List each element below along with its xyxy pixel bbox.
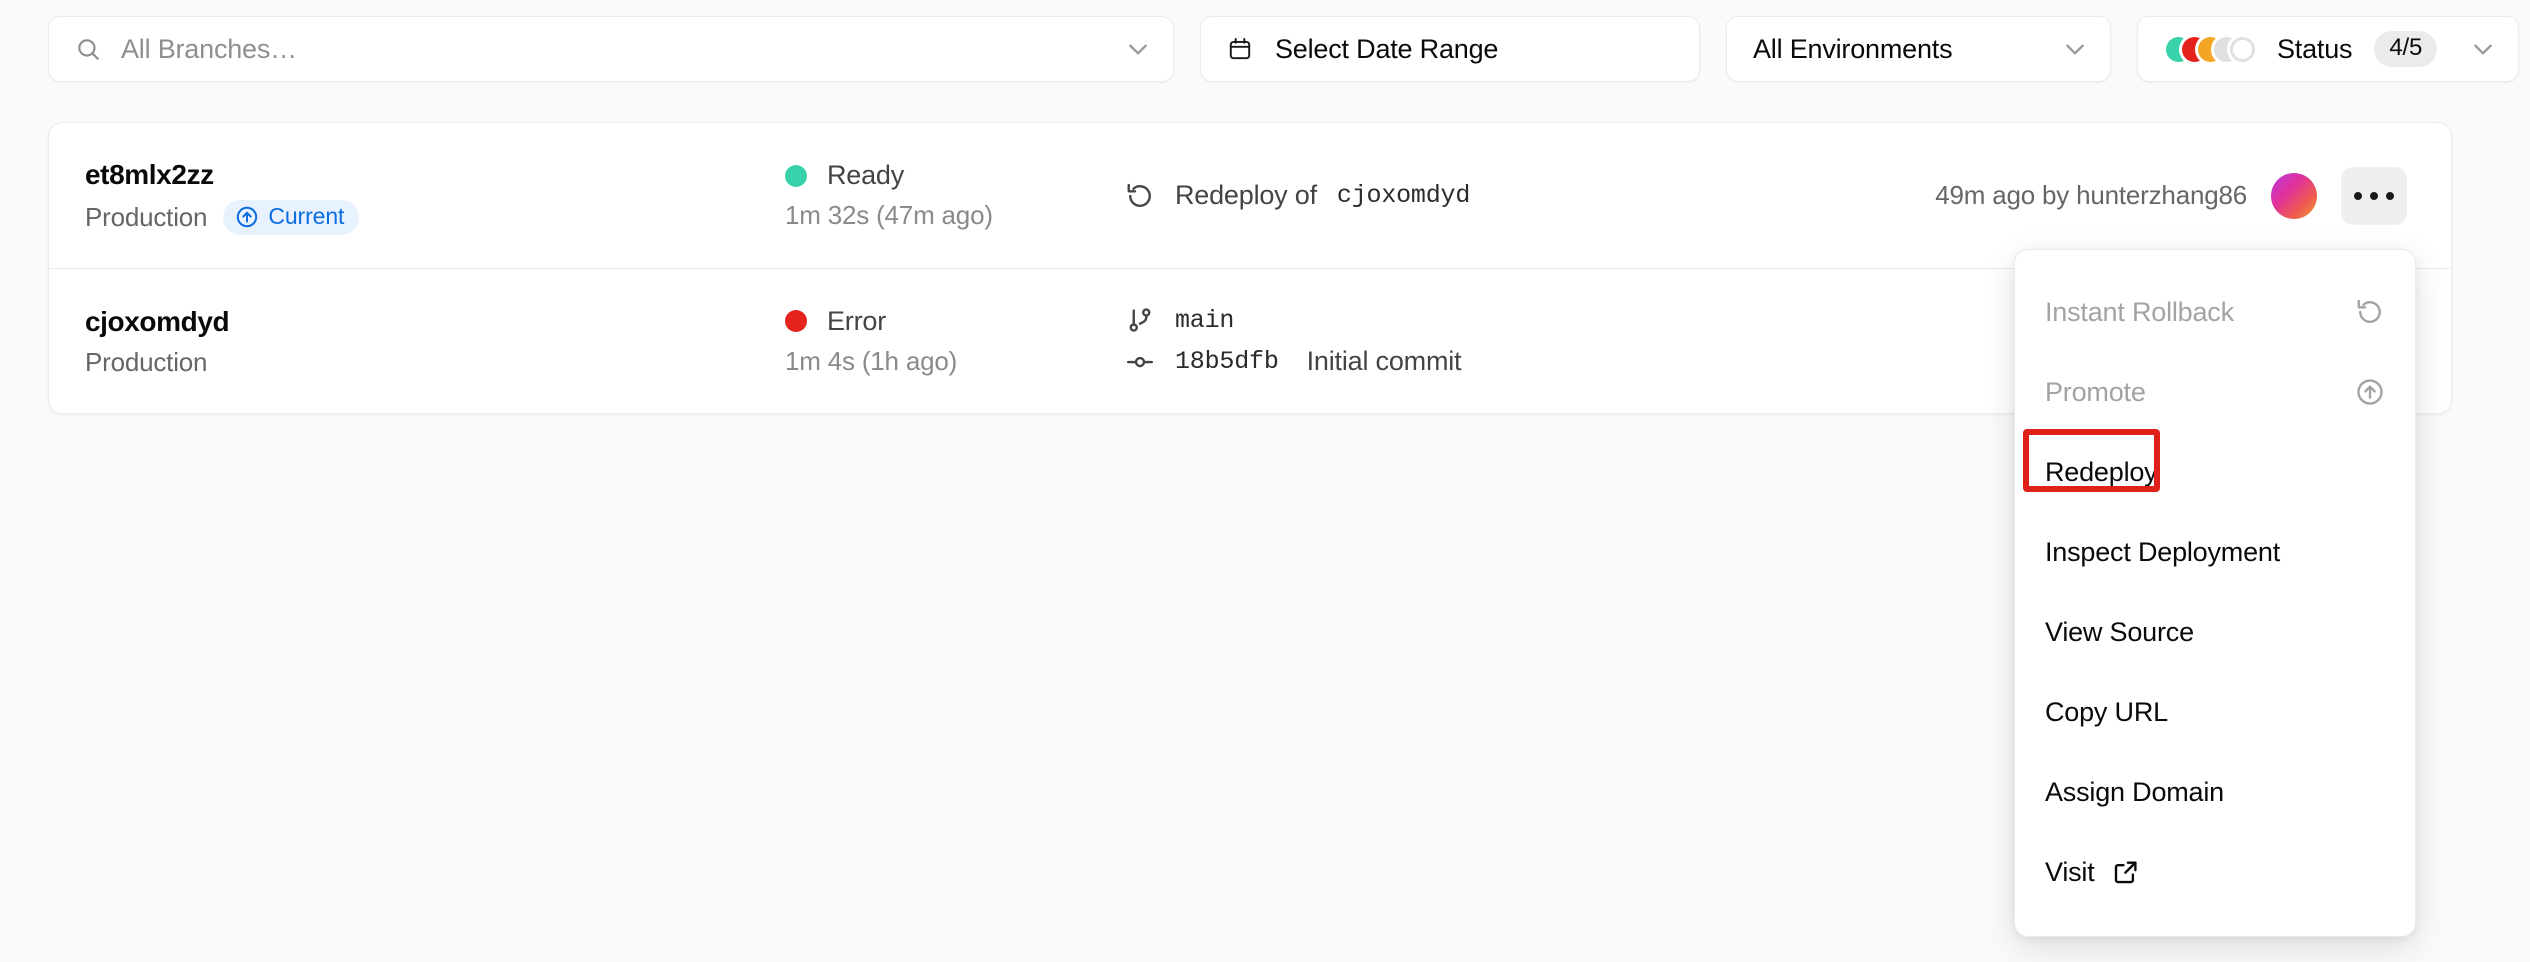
environment-filter[interactable]: All Environments	[1726, 16, 2111, 82]
menu-item-label: Assign Domain	[2045, 777, 2224, 808]
deployment-duration: 1m 4s (1h ago)	[785, 346, 1125, 377]
menu-item-label: Copy URL	[2045, 697, 2168, 728]
commit-message: Initial commit	[1307, 346, 1462, 377]
menu-item-label: Instant Rollback	[2045, 297, 2234, 328]
deployment-id[interactable]: et8mlx2zz	[85, 157, 785, 192]
deployment-environment: Production	[85, 347, 207, 378]
branch-name: main	[1175, 306, 1234, 335]
chevron-down-icon	[2470, 36, 2496, 62]
menu-item-label: Inspect Deployment	[2045, 537, 2280, 568]
menu-item-redeploy[interactable]: Redeploy	[2015, 432, 2415, 512]
menu-item-inspect-deployment[interactable]: Inspect Deployment	[2015, 512, 2415, 592]
deployment-timestamp: 49m ago by hunterzhang86	[1935, 180, 2247, 211]
status-dots-icon	[2166, 36, 2255, 62]
menu-item-instant-rollback: Instant Rollback	[2015, 272, 2415, 352]
status-filter-label: Status	[2277, 34, 2352, 65]
status-filter[interactable]: Status 4/5	[2137, 16, 2519, 82]
deployment-status-cell: Ready 1m 32s (47m ago)	[785, 160, 1125, 231]
status-dot-ready	[785, 165, 807, 187]
branch-filter-placeholder: All Branches…	[121, 34, 297, 65]
avatar	[2271, 173, 2317, 219]
arrow-up-circle-icon	[2355, 377, 2385, 407]
external-link-icon	[2111, 857, 2141, 887]
source-ref: cjoxomdyd	[1337, 181, 1470, 210]
menu-item-label: Visit	[2045, 857, 2095, 888]
source-prefix: Redeploy of	[1175, 180, 1317, 211]
deployment-name-cell: et8mlx2zz Production Current	[85, 157, 785, 235]
status-badge-label: Current	[268, 205, 344, 228]
deployments-page: All Branches… Select Date Range All Envi	[0, 0, 2530, 962]
redeploy-icon	[1125, 181, 1155, 211]
chevron-down-icon	[1125, 36, 1151, 62]
status-badge: Current	[223, 200, 359, 235]
menu-item-label: Redeploy	[2045, 457, 2157, 488]
row-actions-button[interactable]	[2341, 167, 2407, 225]
menu-item-view-source[interactable]: View Source	[2015, 592, 2415, 672]
deployment-environment: Production	[85, 202, 207, 233]
deployment-source-cell: Redeploy of cjoxomdyd	[1125, 180, 1935, 211]
menu-item-visit[interactable]: Visit	[2015, 832, 2415, 912]
table-row[interactable]: et8mlx2zz Production Current	[49, 123, 2451, 268]
menu-item-promote: Promote	[2015, 352, 2415, 432]
date-range-filter[interactable]: Select Date Range	[1200, 16, 1700, 82]
status-dot-error	[785, 310, 807, 332]
date-range-label: Select Date Range	[1275, 34, 1498, 65]
status-filter-count: 4/5	[2374, 31, 2437, 67]
menu-item-copy-url[interactable]: Copy URL	[2015, 672, 2415, 752]
commit-hash: 18b5dfb	[1175, 347, 1279, 376]
deployment-state: Ready	[827, 160, 904, 191]
deployment-status-cell: Error 1m 4s (1h ago)	[785, 306, 1125, 377]
search-icon	[75, 36, 101, 62]
filter-toolbar: All Branches… Select Date Range All Envi	[48, 16, 2519, 82]
menu-item-label: Promote	[2045, 377, 2146, 408]
git-branch-icon	[1125, 305, 1155, 335]
environment-filter-label: All Environments	[1753, 34, 1952, 65]
row-actions-menu: Instant Rollback Promote Redeploy Inspec…	[2014, 249, 2416, 937]
deployment-id[interactable]: cjoxomdyd	[85, 304, 785, 339]
menu-item-assign-domain[interactable]: Assign Domain	[2015, 752, 2415, 832]
rollback-icon	[2355, 297, 2385, 327]
deployment-state: Error	[827, 306, 886, 337]
branch-filter[interactable]: All Branches…	[48, 16, 1174, 82]
deployment-meta-cell: 49m ago by hunterzhang86	[1935, 167, 2407, 225]
deployment-name-cell: cjoxomdyd Production	[85, 304, 785, 378]
menu-item-label: View Source	[2045, 617, 2194, 648]
chevron-down-icon	[2062, 36, 2088, 62]
deployment-duration: 1m 32s (47m ago)	[785, 200, 1125, 231]
calendar-icon	[1227, 36, 1253, 62]
arrow-up-circle-icon	[235, 205, 259, 229]
git-commit-icon	[1125, 347, 1155, 377]
